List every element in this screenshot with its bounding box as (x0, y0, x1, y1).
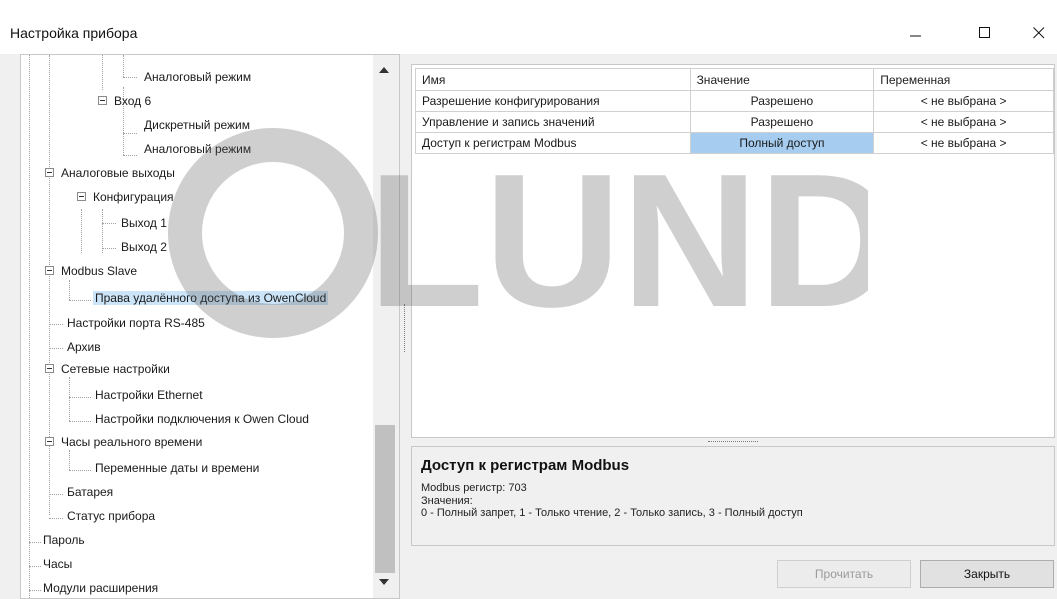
description-register: Modbus регистр: 703 (421, 482, 527, 494)
tree-item-analog-outputs[interactable]: Аналоговые выходы (45, 163, 177, 183)
table-row[interactable]: Управление и запись значений Разрешено <… (415, 111, 1054, 133)
row-value-selected[interactable]: Полный доступ (689, 132, 875, 154)
collapse-icon[interactable] (98, 96, 107, 105)
vertical-splitter[interactable] (401, 54, 409, 599)
description-values: 0 - Полный запрет, 1 - Только чтение, 2 … (421, 507, 803, 519)
close-dialog-button[interactable]: Закрыть (920, 560, 1054, 588)
row-name: Разрешение конфигурирования (415, 90, 691, 112)
row-variable[interactable]: < не выбрана > (873, 111, 1054, 133)
collapse-icon[interactable] (45, 364, 54, 373)
close-icon (1033, 27, 1045, 39)
tree-item[interactable]: Переменные даты и времени (93, 458, 261, 478)
tree-item[interactable]: Дискретный режим (142, 115, 252, 135)
row-variable[interactable]: < не выбрана > (873, 90, 1054, 112)
tree-item-owencloud-rights[interactable]: Права удалённого доступа из OwenCloud (93, 288, 329, 308)
properties-grid: Имя Значение Переменная Разрешение конфи… (411, 64, 1055, 438)
maximize-button[interactable] (962, 18, 1008, 48)
tree-item-rtc[interactable]: Часы реального времени (45, 432, 204, 452)
table-row[interactable]: Разрешение конфигурирования Разрешено < … (415, 90, 1054, 112)
collapse-icon[interactable] (45, 168, 54, 177)
collapse-icon[interactable] (45, 266, 54, 275)
row-variable[interactable]: < не выбрана > (873, 132, 1054, 154)
tree-item[interactable]: Выход 2 (119, 237, 169, 257)
tree-item[interactable]: Модули расширения (41, 578, 160, 598)
horizontal-splitter[interactable] (411, 438, 1055, 446)
description-values-label: Значения: (421, 495, 473, 507)
column-header-name[interactable]: Имя (415, 68, 691, 91)
client-area: Аналоговый режим Вход 6 Дискретный режим… (0, 54, 1057, 599)
row-value[interactable]: Разрешено (689, 90, 875, 112)
tree-item[interactable]: Настройки Ethernet (93, 385, 205, 405)
title-bar: Настройка прибора (0, 0, 1057, 54)
minimize-icon (910, 35, 921, 37)
collapse-icon[interactable] (45, 437, 54, 446)
collapse-icon[interactable] (77, 192, 86, 201)
row-name: Управление и запись значений (415, 111, 691, 133)
tree-item-network[interactable]: Сетевые настройки (45, 359, 172, 379)
tree-item[interactable]: Выход 1 (119, 213, 169, 233)
tree-item-input6[interactable]: Вход 6 (98, 91, 153, 111)
tree-item[interactable]: Пароль (41, 530, 87, 550)
tree-scrollbar[interactable] (373, 55, 399, 598)
tree-item[interactable]: Аналоговый режим (142, 67, 253, 87)
scroll-down-icon[interactable] (379, 579, 389, 585)
description-panel: Доступ к регистрам Modbus Modbus регистр… (411, 446, 1055, 546)
scroll-thumb[interactable] (375, 425, 395, 573)
tree-item[interactable]: Настройки порта RS-485 (65, 313, 207, 333)
column-header-variable[interactable]: Переменная (873, 68, 1054, 91)
tree-item[interactable]: Статус прибора (65, 506, 157, 526)
read-button[interactable]: Прочитать (777, 560, 911, 588)
device-tree: Аналоговый режим Вход 6 Дискретный режим… (20, 54, 400, 599)
row-value[interactable]: Разрешено (689, 111, 875, 133)
tree-item-configuration[interactable]: Конфигурация (77, 187, 176, 207)
close-button[interactable] (1016, 18, 1057, 48)
row-name: Доступ к регистрам Modbus (415, 132, 691, 154)
maximize-icon (979, 27, 990, 38)
table-row-selected[interactable]: Доступ к регистрам Modbus Полный доступ … (415, 132, 1054, 154)
tree-item[interactable]: Настройки подключения к Owen Cloud (93, 409, 311, 429)
scroll-up-icon[interactable] (379, 67, 389, 73)
minimize-button[interactable] (893, 18, 939, 48)
description-title: Доступ к регистрам Modbus (421, 457, 630, 474)
tree-item[interactable]: Архив (65, 337, 103, 357)
tree-item[interactable]: Батарея (65, 482, 115, 502)
column-header-value[interactable]: Значение (689, 68, 875, 91)
tree-item[interactable]: Часы (41, 554, 74, 574)
tree-content: Аналоговый режим Вход 6 Дискретный режим… (21, 55, 373, 598)
tree-item[interactable]: Аналоговый режим (142, 139, 253, 159)
window-title: Настройка прибора (10, 25, 138, 41)
tree-item-modbus-slave[interactable]: Modbus Slave (45, 261, 139, 281)
